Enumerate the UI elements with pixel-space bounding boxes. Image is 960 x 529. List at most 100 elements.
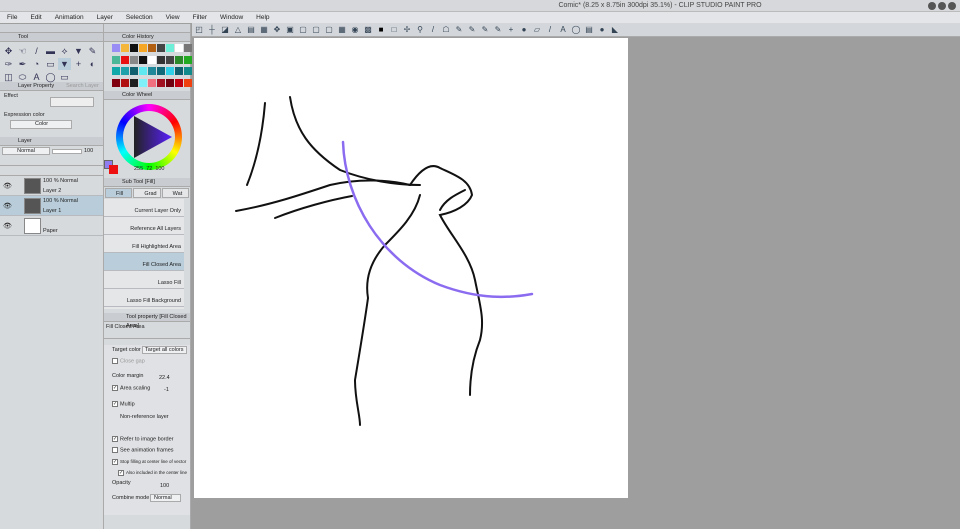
color-swatch[interactable]: [175, 55, 183, 64]
stop-filling-checkbox[interactable]: Stop filling at center line of vector: [120, 459, 186, 464]
tab-search-layer[interactable]: Search Layer: [66, 82, 99, 90]
menu-filter[interactable]: Filter: [186, 12, 213, 23]
color-swatch[interactable]: [112, 78, 120, 87]
toolbar-icon-8[interactable]: ▢: [298, 25, 308, 35]
effect-buttons[interactable]: [50, 97, 94, 107]
value-value[interactable]: 100: [155, 166, 164, 172]
saturation-value[interactable]: 72: [146, 166, 152, 172]
sub-color-swatch[interactable]: [109, 165, 118, 174]
color-swatch[interactable]: [112, 67, 120, 75]
area-scaling-checkbox[interactable]: Area scaling: [120, 385, 150, 391]
toolbar-icon-6[interactable]: ✥: [272, 25, 282, 35]
menu-animation[interactable]: Animation: [48, 12, 90, 23]
menu-selection[interactable]: Selection: [119, 12, 159, 23]
toolbar-icon-28[interactable]: A: [558, 25, 568, 35]
toolbar-icon-18[interactable]: /: [428, 25, 438, 35]
opacity-value[interactable]: 100: [160, 483, 169, 489]
sub-tool-group-fill[interactable]: Fill: [105, 188, 133, 198]
toolbar-icon-23[interactable]: ✎: [493, 25, 503, 35]
color-swatch[interactable]: [130, 78, 138, 87]
minimize-icon[interactable]: [928, 2, 936, 10]
color-swatch[interactable]: [130, 55, 138, 64]
color-swatch[interactable]: [112, 44, 120, 52]
toolbar-icon-15[interactable]: □: [389, 25, 399, 35]
color-swatch[interactable]: [175, 67, 183, 75]
color-swatch[interactable]: [148, 44, 156, 52]
color-swatch[interactable]: [112, 55, 120, 64]
saturation-triangle[interactable]: [116, 104, 182, 170]
toolbar-icon-26[interactable]: ▱: [532, 25, 542, 35]
shape-icon[interactable]: ◐: [86, 58, 99, 70]
color-swatch[interactable]: [139, 44, 147, 52]
transform-icon[interactable]: +: [72, 58, 85, 70]
tab-color-history[interactable]: Color History: [104, 33, 190, 42]
toolbar-icon-19[interactable]: ☖: [441, 25, 451, 35]
hue-value[interactable]: 255: [134, 166, 143, 172]
toolbar-icon-2[interactable]: ◪: [220, 25, 230, 35]
eye-icon[interactable]: 👁: [3, 222, 12, 230]
toolbar-icon-10[interactable]: ▢: [324, 25, 334, 35]
toolbar-icon-0[interactable]: ◰: [194, 25, 204, 35]
toolbar-icon-1[interactable]: ┼: [207, 25, 217, 35]
sub-tool-item[interactable]: Lasso Fill Background: [104, 289, 184, 307]
layer-row[interactable]: 👁 Paper: [0, 216, 103, 236]
menu-view[interactable]: View: [159, 12, 186, 23]
sub-tool-group-grad[interactable]: Grad: [133, 188, 161, 198]
color-swatch[interactable]: [166, 67, 174, 75]
eye-icon[interactable]: 👁: [3, 202, 12, 210]
lasso-icon[interactable]: ⟡: [58, 45, 71, 57]
see-animation-checkbox[interactable]: See animation frames: [120, 447, 174, 453]
sub-tool-item[interactable]: Reference All Layers: [104, 217, 184, 235]
multiple-reference-checkbox[interactable]: Multip: [120, 401, 135, 407]
toolbar-icon-9[interactable]: ▢: [311, 25, 321, 35]
menu-file[interactable]: File: [0, 12, 23, 23]
eye-icon[interactable]: 👁: [3, 182, 12, 190]
toolbar-icon-32[interactable]: ◣: [610, 25, 620, 35]
pen-icon[interactable]: ✎: [86, 45, 99, 57]
toolbar-icon-14[interactable]: ■: [376, 25, 386, 35]
menu-edit[interactable]: Edit: [23, 12, 47, 23]
also-included-checkbox[interactable]: Also included in the center line: [126, 470, 187, 475]
layer-row[interactable]: 👁 100 % Normal Layer 2: [0, 176, 103, 196]
sub-tool-item[interactable]: Lasso Fill: [104, 271, 184, 289]
hand-icon[interactable]: ☜: [16, 45, 29, 57]
opacity-value[interactable]: 100: [84, 148, 93, 154]
sub-tool-item[interactable]: Fill Closed Area: [104, 253, 184, 271]
fill-active-icon[interactable]: ▼: [58, 58, 71, 70]
toolbar-icon-24[interactable]: +: [506, 25, 516, 35]
blend-mode-select[interactable]: Normal: [2, 147, 50, 155]
color-swatch[interactable]: [130, 67, 138, 75]
fill-icon[interactable]: ▼: [72, 45, 85, 57]
color-swatch[interactable]: [166, 78, 174, 87]
sub-tool-item[interactable]: Current Layer Only: [104, 199, 184, 217]
blend-icon[interactable]: ◔: [30, 58, 43, 70]
color-swatch[interactable]: [157, 78, 165, 87]
color-swatch[interactable]: [139, 78, 147, 87]
toolbar-icon-11[interactable]: ▦: [337, 25, 347, 35]
expression-color-select[interactable]: Color: [10, 120, 72, 129]
eyedropper-icon[interactable]: /: [30, 45, 43, 57]
tab-sub-tool[interactable]: Sub Tool [Fill]: [104, 178, 190, 187]
toolbar-icon-31[interactable]: ●: [597, 25, 607, 35]
toolbar-icon-20[interactable]: ✎: [454, 25, 464, 35]
color-swatch[interactable]: [175, 78, 183, 87]
color-swatch[interactable]: [184, 44, 192, 52]
tab-layer[interactable]: Layer: [0, 137, 103, 146]
color-swatch[interactable]: [184, 55, 192, 64]
color-swatch[interactable]: [139, 55, 147, 64]
color-swatch[interactable]: [184, 67, 192, 75]
toolbar-icon-12[interactable]: ◉: [350, 25, 360, 35]
close-icon[interactable]: [948, 2, 956, 10]
color-swatch[interactable]: [157, 67, 165, 75]
menu-window[interactable]: Window: [213, 12, 249, 23]
color-swatch[interactable]: [148, 55, 156, 64]
color-swatch[interactable]: [148, 78, 156, 87]
toolbar-icon-17[interactable]: ⚲: [415, 25, 425, 35]
color-swatch[interactable]: [130, 44, 138, 52]
color-swatch[interactable]: [121, 55, 129, 64]
toolbar-icon-27[interactable]: /: [545, 25, 555, 35]
sub-tool-item[interactable]: Fill Highlighted Area: [104, 235, 184, 253]
toolbar-icon-30[interactable]: ▤: [584, 25, 594, 35]
toolbar-icon-13[interactable]: ▩: [363, 25, 373, 35]
color-swatch[interactable]: [121, 78, 129, 87]
